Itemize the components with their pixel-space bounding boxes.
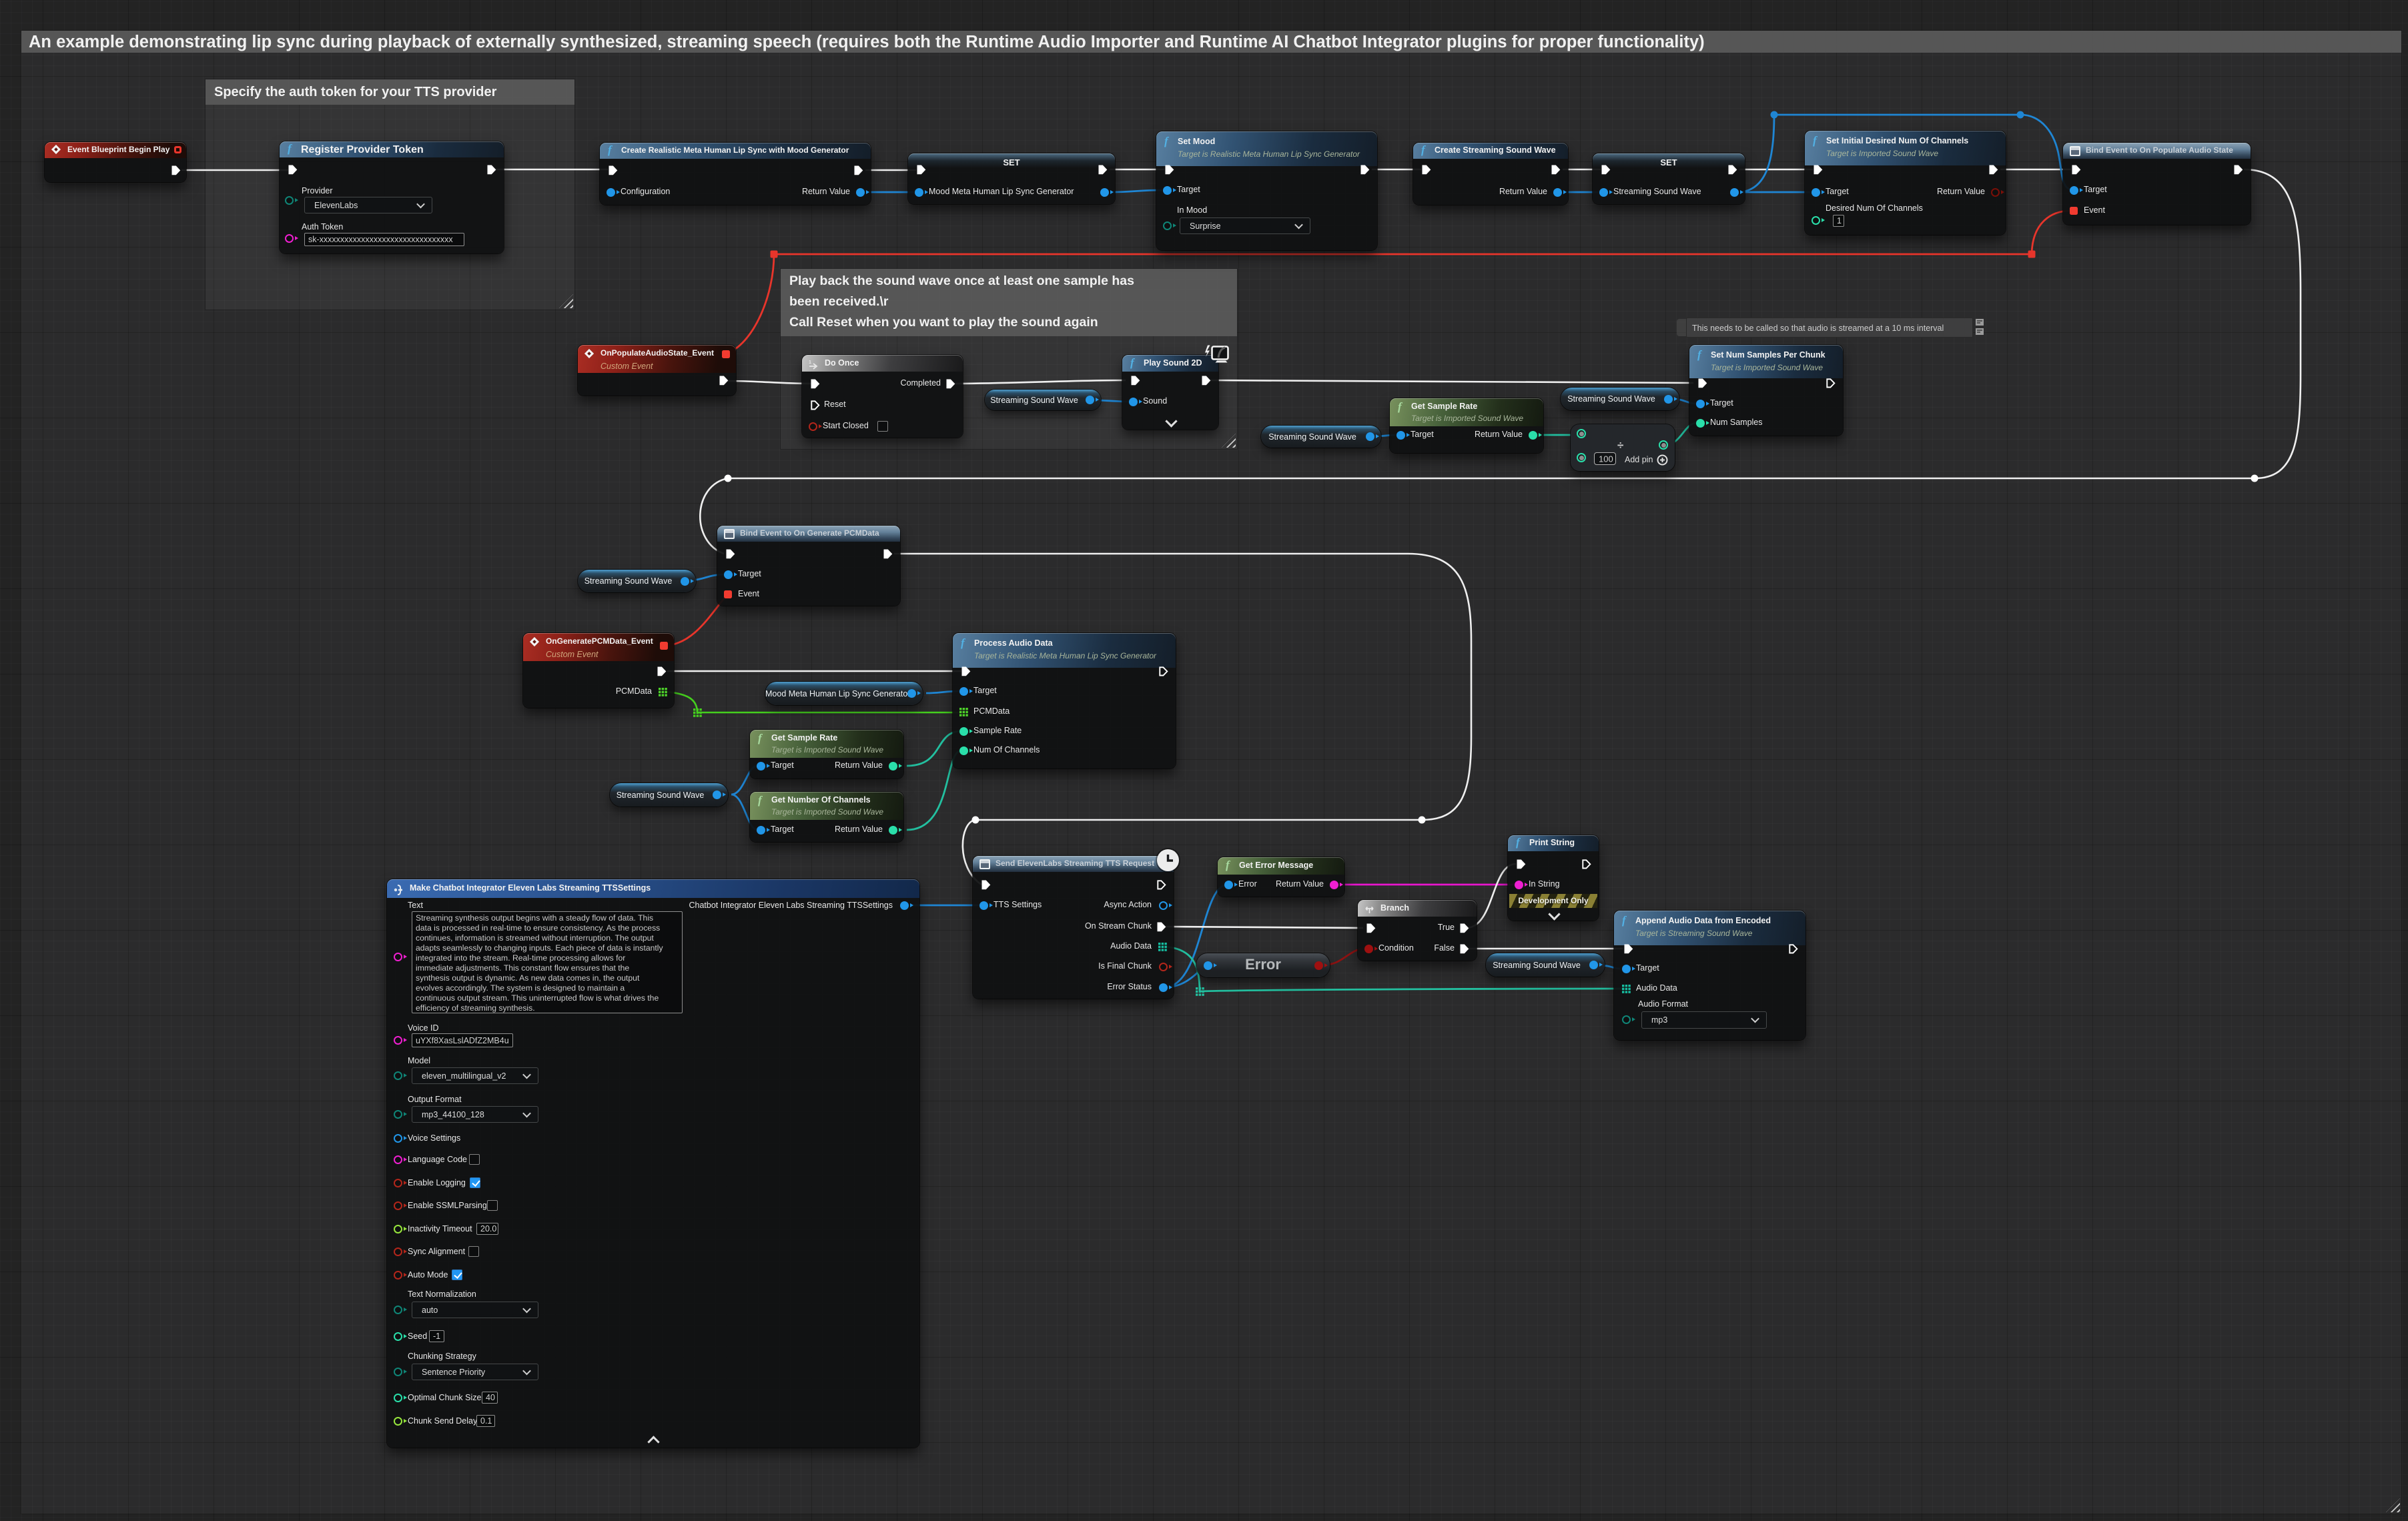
svg-text:1: 1 [809,360,811,365]
